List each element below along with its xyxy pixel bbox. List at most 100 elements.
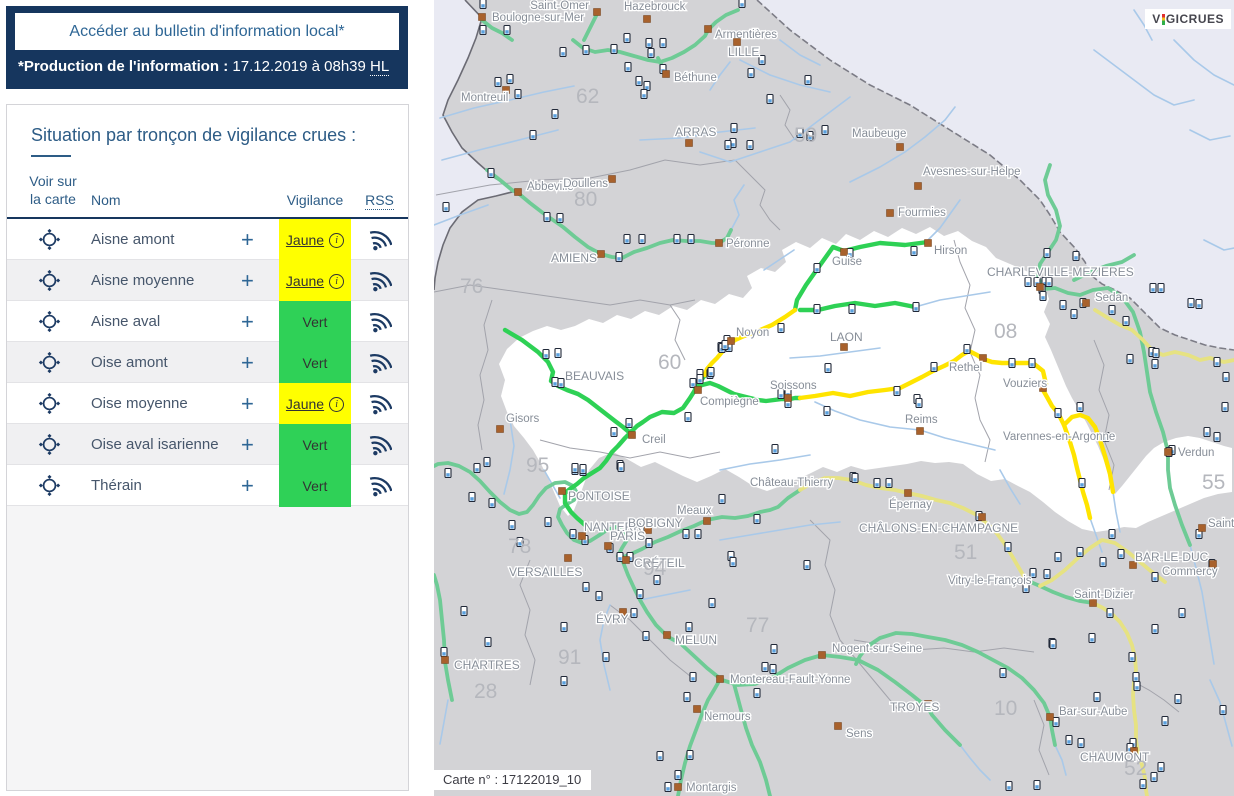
gauge-station[interactable] [684,693,690,702]
expand-button[interactable]: + [241,393,279,415]
city-marker[interactable] [905,490,912,497]
gauge-station[interactable] [1223,373,1229,382]
rss-button[interactable] [351,227,408,252]
gauge-station[interactable] [1006,782,1012,791]
gauge-station[interactable] [1133,673,1139,682]
expand-button[interactable]: + [241,311,279,333]
gauge-station[interactable] [1005,543,1011,552]
gauge-station[interactable] [1000,669,1006,678]
city-marker[interactable] [915,183,922,190]
gauge-station[interactable] [1109,530,1115,539]
gauge-station[interactable] [1140,780,1146,789]
gauge-station[interactable] [611,428,617,437]
info-icon[interactable]: i [329,397,344,412]
view-on-map-button[interactable] [7,474,91,497]
gauge-station[interactable] [480,0,486,9]
city-marker[interactable] [835,723,842,730]
gauge-station[interactable] [616,253,622,262]
gauge-station[interactable] [639,235,645,244]
city-marker[interactable] [497,426,504,433]
gauge-station[interactable] [504,26,510,35]
rss-button[interactable] [351,391,408,416]
gauge-station[interactable] [572,464,578,473]
gauge-station[interactable] [461,607,467,616]
gauge-station[interactable] [1123,317,1129,326]
gauge-station[interactable] [665,783,671,792]
city-marker[interactable] [1037,284,1044,291]
gauge-station[interactable] [509,521,515,530]
gauge-station[interactable] [657,752,663,761]
gauge-station[interactable] [474,464,480,473]
city-marker[interactable] [565,555,572,562]
gauge-station[interactable] [631,609,637,618]
city-marker[interactable] [695,387,702,394]
gauge-station[interactable] [767,95,773,104]
gauge-station[interactable] [686,623,692,632]
gauge-station[interactable] [690,673,696,682]
gauge-station[interactable] [762,663,768,672]
gauge-station[interactable] [1179,609,1185,618]
city-marker[interactable] [559,488,566,495]
info-icon[interactable]: i [329,233,344,248]
gauge-station[interactable] [697,375,703,384]
gauge-station[interactable] [1009,359,1015,368]
city-marker[interactable] [841,249,848,256]
gauge-station[interactable] [624,34,630,43]
gauge-station[interactable] [772,445,778,454]
city-marker[interactable] [925,240,932,247]
view-on-map-button[interactable] [7,433,91,456]
gauge-station[interactable] [824,407,830,416]
gauge-station[interactable] [911,247,917,256]
gauge-station[interactable] [1129,653,1135,662]
gauge-station[interactable] [731,124,737,133]
gauge-station[interactable] [1214,433,1220,442]
gauge-station[interactable] [624,235,630,244]
gauge-station[interactable] [674,235,680,244]
gauge-station[interactable] [683,530,689,539]
gauge-station[interactable] [1222,403,1228,412]
gauge-station[interactable] [690,379,696,388]
city-marker[interactable] [644,16,651,23]
gauge-station[interactable] [1196,300,1202,309]
gauge-station[interactable] [552,378,558,387]
gauge-station[interactable] [1055,409,1061,418]
gauge-station[interactable] [695,530,701,539]
gauge-station[interactable] [557,214,563,223]
gauge-station[interactable] [561,623,567,632]
gauge-station[interactable] [1071,310,1077,319]
info-icon[interactable]: i [329,274,344,289]
gauge-station[interactable] [709,599,715,608]
gauge-station[interactable] [1152,625,1158,634]
gauge-station[interactable] [441,648,447,657]
city-marker[interactable] [1047,714,1054,721]
gauge-station[interactable] [1060,301,1066,310]
gauge-station[interactable] [558,379,564,388]
gauge-station[interactable] [759,56,765,65]
vigilance-level-link[interactable]: Jaune [286,232,324,248]
gauge-station[interactable] [1134,682,1140,691]
gauge-station[interactable] [515,90,521,99]
gauge-station[interactable] [580,465,586,474]
gauge-station[interactable] [1053,718,1059,727]
rss-button[interactable] [351,268,408,293]
gauge-station[interactable] [1152,360,1158,369]
gauge-station[interactable] [1050,640,1056,649]
city-marker[interactable] [629,432,636,439]
gauge-station[interactable] [708,368,714,377]
map-canvas[interactable]: Boulogne-sur-MerSaint-OmerHazebrouckArme… [434,0,1234,796]
city-marker[interactable] [664,632,671,639]
city-marker[interactable] [841,344,848,351]
gauge-station[interactable] [1153,349,1159,358]
city-marker[interactable] [705,26,712,33]
gauge-station[interactable] [1040,292,1046,301]
gauge-station[interactable] [495,78,501,87]
gauge-station[interactable] [849,305,855,314]
gauge-station[interactable] [543,350,549,359]
gauge-station[interactable] [1073,252,1079,261]
gauge-station[interactable] [825,364,831,373]
city-marker[interactable] [605,543,612,550]
gauge-station[interactable] [1078,739,1084,748]
vigilance-level-link[interactable]: Jaune [286,396,324,412]
view-on-map-button[interactable] [7,269,91,292]
gauge-station[interactable] [730,558,736,567]
